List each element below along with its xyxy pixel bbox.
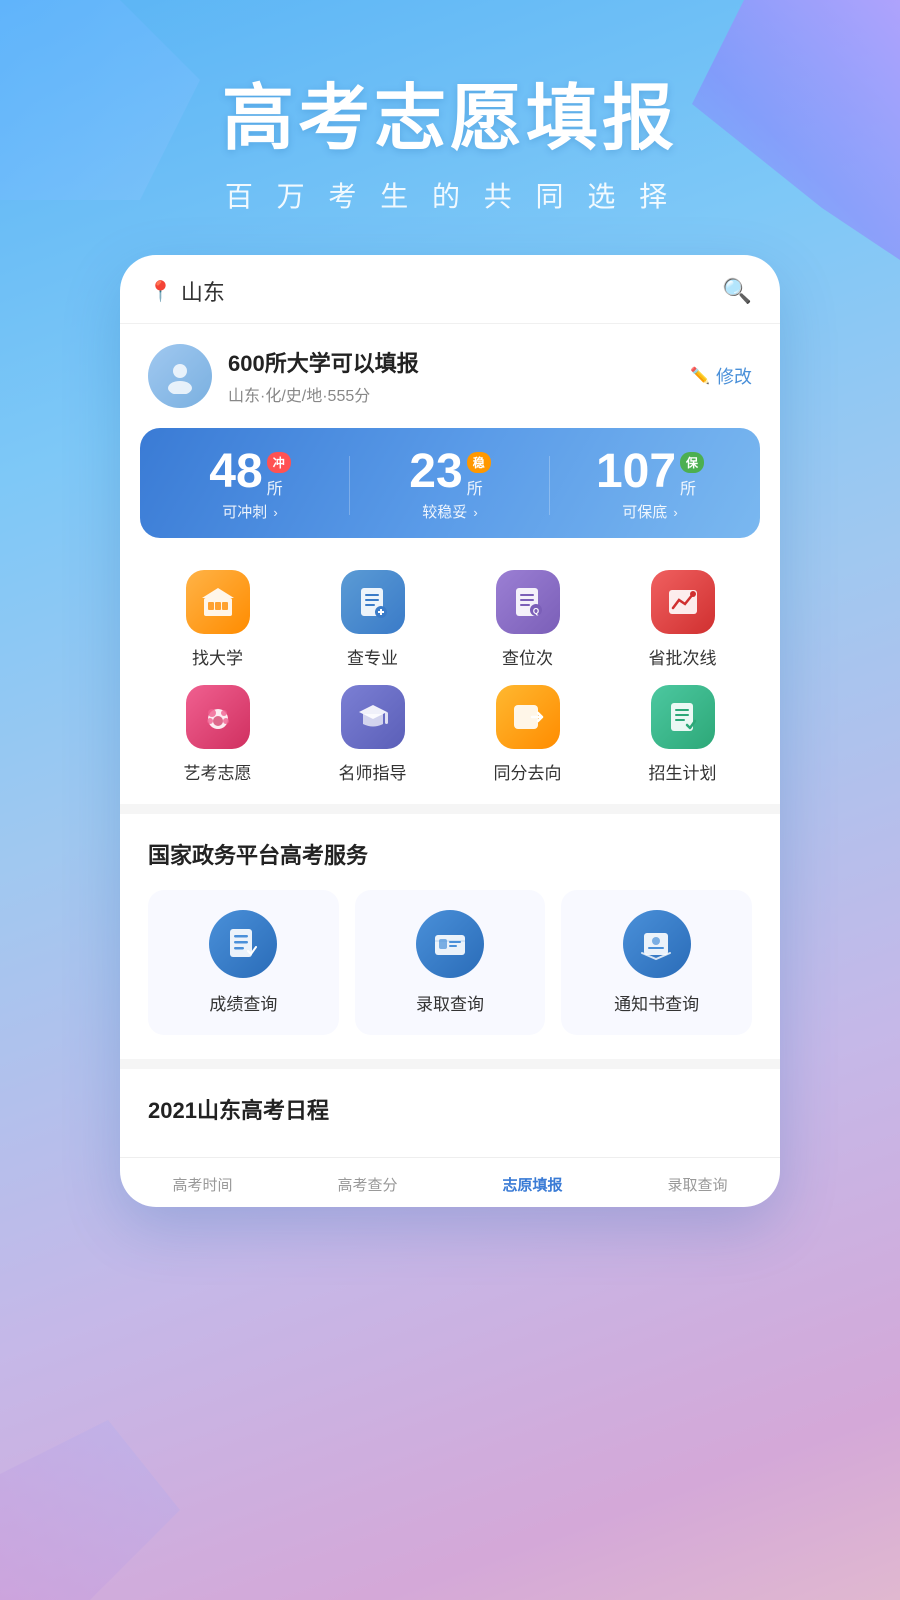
location-text: 山东 (181, 275, 225, 307)
rank-icon: Q (496, 570, 560, 634)
grid-label-university: 找大学 (192, 644, 243, 669)
location-bar: 📍 山东 🔍 (120, 255, 780, 324)
tab-score-check[interactable]: 高考查分 (285, 1170, 450, 1199)
gov-item-admission[interactable]: 录取查询 (355, 890, 546, 1035)
grid-label-major: 查专业 (347, 644, 398, 669)
gov-label-admission: 录取查询 (416, 990, 484, 1015)
svg-text:Q: Q (532, 607, 538, 616)
tab-exam-time[interactable]: 高考时间 (120, 1170, 285, 1199)
arts-icon (186, 685, 250, 749)
grid-item-arts[interactable]: 艺考志愿 (140, 685, 295, 784)
stat-unit-stable: 所 (467, 475, 483, 499)
gov-item-score[interactable]: 成绩查询 (148, 890, 339, 1035)
header-section: 高考志愿填报 百 万 考 生 的 共 同 选 择 (0, 0, 900, 255)
grid-row-1: 找大学 查专业 (140, 562, 760, 677)
gov-label-notice: 通知书查询 (614, 990, 699, 1015)
location-pin-icon: 📍 (148, 279, 173, 304)
sub-title: 百 万 考 生 的 共 同 选 择 (0, 175, 900, 215)
stat-label-rush[interactable]: 可冲刺 › (150, 501, 350, 522)
stat-unit-col-rush: 冲 所 (267, 448, 291, 499)
stat-item-rush[interactable]: 48 冲 所 可冲刺 › (150, 448, 350, 522)
stat-number-row-stable: 23 稳 所 (350, 448, 550, 499)
bottom-tabs: 高考时间 高考查分 志原填报 录取查询 (120, 1157, 780, 1207)
stat-item-safe[interactable]: 107 保 所 可保底 › (550, 448, 750, 522)
grid-item-major[interactable]: 查专业 (295, 570, 450, 669)
gov-grid: 成绩查询 录取查询 (148, 890, 752, 1035)
grid-item-score-line[interactable]: 省批次线 (605, 570, 760, 669)
gov-score-icon (209, 910, 277, 978)
edit-label: 修改 (716, 363, 752, 389)
stat-number-stable: 23 (409, 448, 462, 496)
grid-section: 找大学 查专业 (120, 554, 780, 800)
section-divider-2 (120, 1059, 780, 1069)
edit-icon: ✏️ (690, 366, 710, 386)
score-line-icon (651, 570, 715, 634)
university-count: 600所大学可以填报 (228, 346, 419, 378)
gov-section-title: 国家政务平台高考服务 (148, 838, 752, 870)
grid-item-rank[interactable]: Q 查位次 (450, 570, 605, 669)
gov-section: 国家政务平台高考服务 成绩查询 (120, 818, 780, 1055)
grid-label-teacher: 名师指导 (339, 759, 407, 784)
stat-unit-col-stable: 稳 所 (467, 448, 491, 499)
stat-item-stable[interactable]: 23 稳 所 较稳妥 › (350, 448, 550, 522)
gov-item-notice[interactable]: 通知书查询 (561, 890, 752, 1035)
schedule-title: 2021山东高考日程 (148, 1093, 752, 1125)
grid-item-teacher[interactable]: 名师指导 (295, 685, 450, 784)
badge-rush: 冲 (267, 452, 291, 473)
stat-label-safe[interactable]: 可保底 › (550, 501, 750, 522)
stat-label-stable[interactable]: 较稳妥 › (350, 501, 550, 522)
major-icon (341, 570, 405, 634)
stat-number-row-safe: 107 保 所 (550, 448, 750, 499)
university-icon (186, 570, 250, 634)
tab-volunteer[interactable]: 志原填报 (450, 1170, 615, 1199)
stat-number-rush: 48 (209, 448, 262, 496)
schedule-section: 2021山东高考日程 (120, 1073, 780, 1157)
same-score-icon (496, 685, 560, 749)
stats-banner: 48 冲 所 可冲刺 › 23 稳 所 较稳妥 › (140, 428, 760, 538)
user-info-section: 600所大学可以填报 山东·化/史/地·555分 ✏️ 修改 (120, 324, 780, 424)
grid-label-rank: 查位次 (502, 644, 553, 669)
stat-unit-col-safe: 保 所 (680, 448, 704, 499)
grid-label-arts: 艺考志愿 (184, 759, 252, 784)
section-divider (120, 804, 780, 814)
grid-item-enrollment[interactable]: 招生计划 (605, 685, 760, 784)
stat-number-safe: 107 (596, 448, 676, 496)
user-detail: 山东·化/史/地·555分 (228, 382, 419, 406)
gov-admission-icon (416, 910, 484, 978)
avatar (148, 344, 212, 408)
stat-unit-safe: 所 (680, 475, 696, 499)
stat-number-row-rush: 48 冲 所 (150, 448, 350, 499)
user-left: 600所大学可以填报 山东·化/史/地·555分 (148, 344, 419, 408)
badge-stable: 稳 (467, 452, 491, 473)
user-details: 600所大学可以填报 山东·化/史/地·555分 (228, 346, 419, 406)
bg-decoration-bottom (0, 1420, 180, 1600)
teacher-icon (341, 685, 405, 749)
badge-safe: 保 (680, 452, 704, 473)
grid-label-enrollment: 招生计划 (649, 759, 717, 784)
edit-button[interactable]: ✏️ 修改 (690, 363, 752, 389)
gov-notice-icon (623, 910, 691, 978)
search-icon[interactable]: 🔍 (722, 277, 752, 306)
grid-label-same-score: 同分去向 (494, 759, 562, 784)
stat-unit-rush: 所 (267, 475, 283, 499)
phone-card: 📍 山东 🔍 600所大学可以填报 山东·化/史/地·555分 ✏️ 修改 (120, 255, 780, 1207)
enrollment-icon (651, 685, 715, 749)
grid-label-score-line: 省批次线 (649, 644, 717, 669)
gov-label-score: 成绩查询 (209, 990, 277, 1015)
tab-admission-check[interactable]: 录取查询 (615, 1170, 780, 1199)
main-title: 高考志愿填报 (0, 80, 900, 159)
grid-item-university[interactable]: 找大学 (140, 570, 295, 669)
location-left: 📍 山东 (148, 275, 225, 307)
grid-row-2: 艺考志愿 名师指导 同 (140, 677, 760, 792)
grid-item-same-score[interactable]: 同分去向 (450, 685, 605, 784)
